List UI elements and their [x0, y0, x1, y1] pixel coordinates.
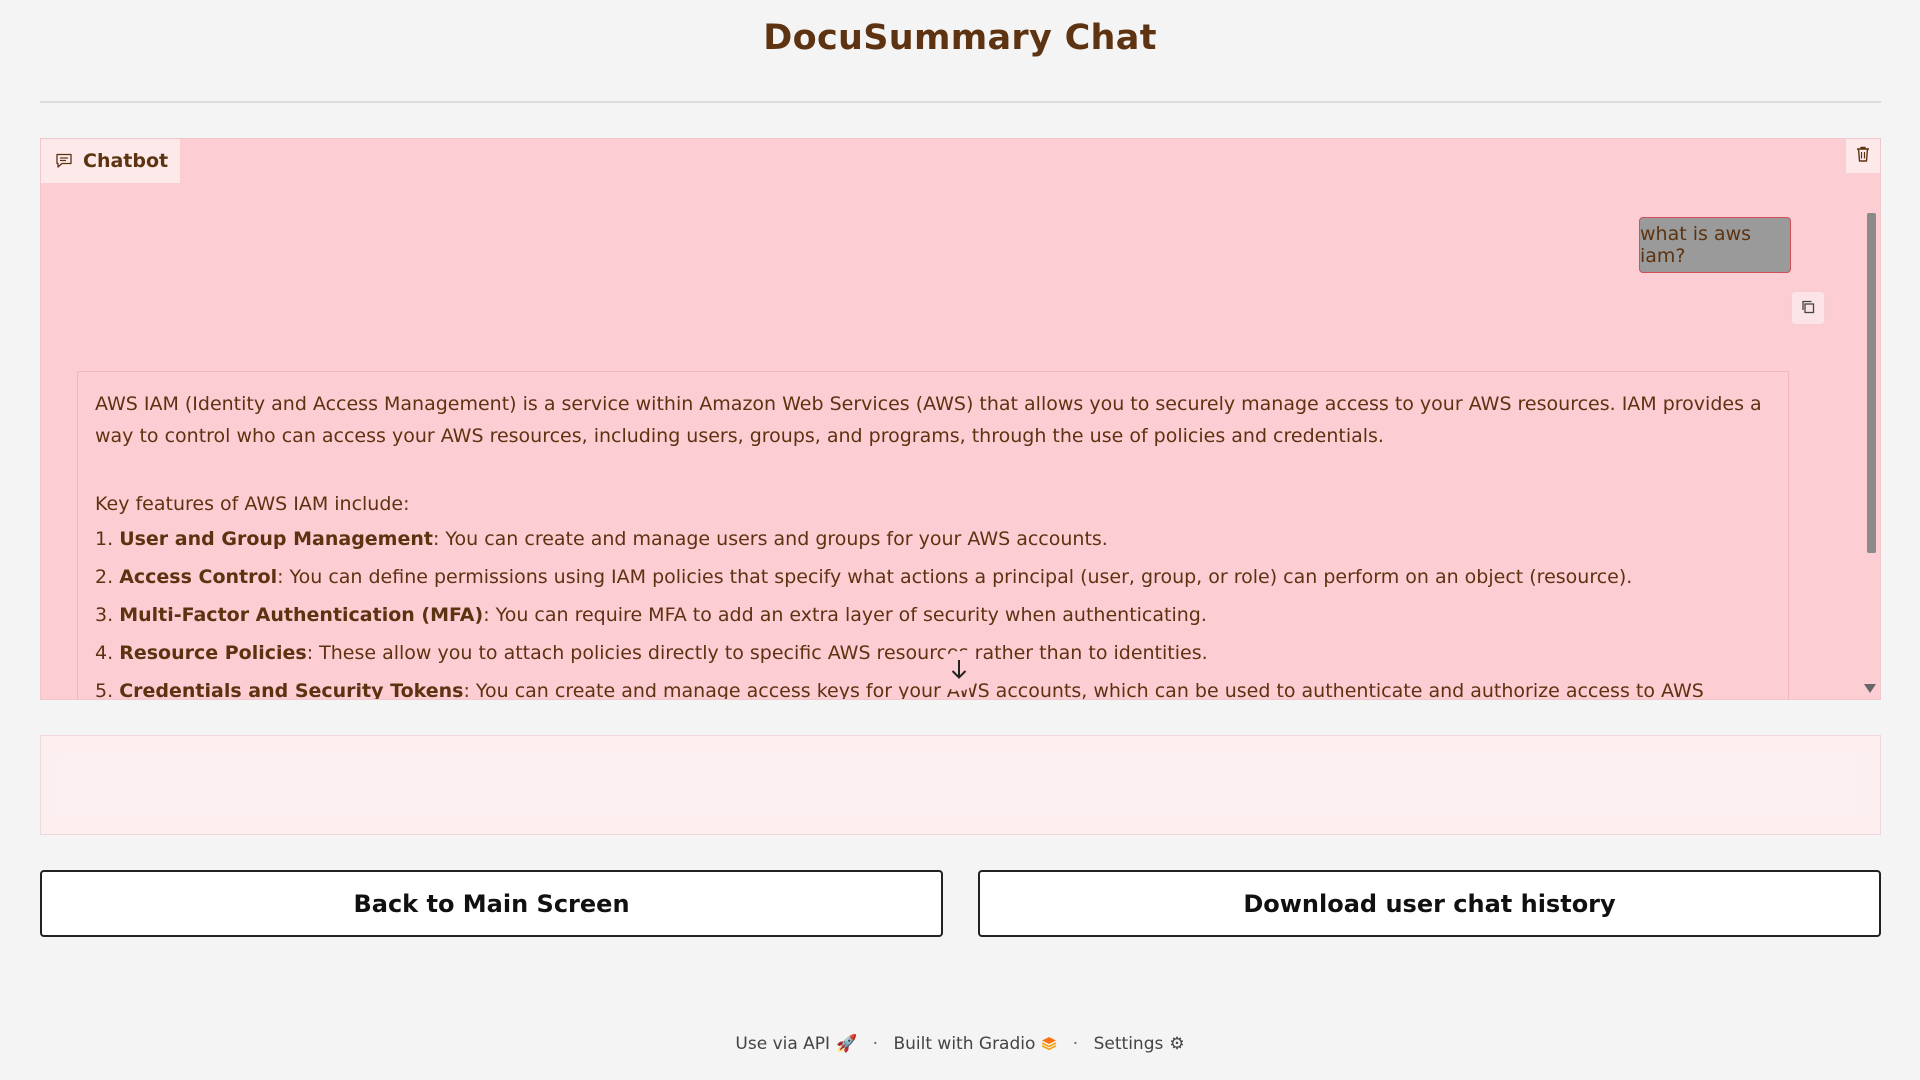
- list-item: 1. User and Group Management: You can cr…: [95, 528, 1108, 550]
- built-with-gradio-link[interactable]: Built with Gradio: [893, 1034, 1057, 1054]
- trash-icon: [1856, 146, 1870, 166]
- footer-separator: ·: [1072, 1034, 1079, 1054]
- message-input-container: [40, 735, 1881, 835]
- user-message: what is aws iam?: [1639, 217, 1791, 273]
- list-item: 3. Multi-Factor Authentication (MFA): Yo…: [95, 604, 1207, 626]
- gradio-logo-icon: [1041, 1034, 1057, 1054]
- chatbot-panel: Chatbot what is aws iam? AWS IAM (Identi…: [40, 138, 1881, 700]
- chatbot-label-text: Chatbot: [83, 150, 169, 172]
- arrow-down-icon: [950, 658, 968, 684]
- scrollbar-thumb[interactable]: [1867, 213, 1876, 553]
- chatbot-label: Chatbot: [41, 139, 181, 183]
- message-input[interactable]: [59, 754, 1859, 816]
- chat-bubble-icon: [55, 153, 73, 169]
- scroll-down-arrow[interactable]: [1864, 684, 1876, 693]
- use-via-api-link[interactable]: Use via API 🚀: [735, 1034, 857, 1054]
- copy-message-button[interactable]: [1791, 291, 1825, 325]
- bot-message: AWS IAM (Identity and Access Management)…: [77, 371, 1789, 700]
- chat-scrollbar[interactable]: [1863, 173, 1880, 699]
- list-item: 2. Access Control: You can define permis…: [95, 566, 1633, 588]
- bot-message-intro: AWS IAM (Identity and Access Management)…: [95, 393, 1762, 447]
- download-history-button[interactable]: Download user chat history: [978, 870, 1881, 937]
- back-to-main-button[interactable]: Back to Main Screen: [40, 870, 943, 937]
- features-list: 1. User and Group Management: You can cr…: [95, 520, 1771, 700]
- clear-chat-button[interactable]: [1846, 139, 1880, 173]
- scroll-to-bottom-button[interactable]: [939, 651, 979, 691]
- footer-separator: ·: [872, 1034, 879, 1054]
- rocket-icon: 🚀: [836, 1034, 858, 1054]
- copy-icon: [1801, 299, 1815, 318]
- list-item: 4. Resource Policies: These allow you to…: [95, 642, 1208, 664]
- footer: Use via API 🚀 · Built with Gradio · Setti…: [0, 1034, 1920, 1054]
- header-divider: [40, 101, 1881, 103]
- features-heading: Key features of AWS IAM include:: [95, 493, 410, 515]
- gear-icon: ⚙: [1169, 1034, 1185, 1054]
- page-title: DocuSummary Chat: [763, 18, 1157, 58]
- settings-link[interactable]: Settings ⚙: [1094, 1034, 1185, 1054]
- list-item: 5. Credentials and Security Tokens: You …: [95, 680, 1704, 700]
